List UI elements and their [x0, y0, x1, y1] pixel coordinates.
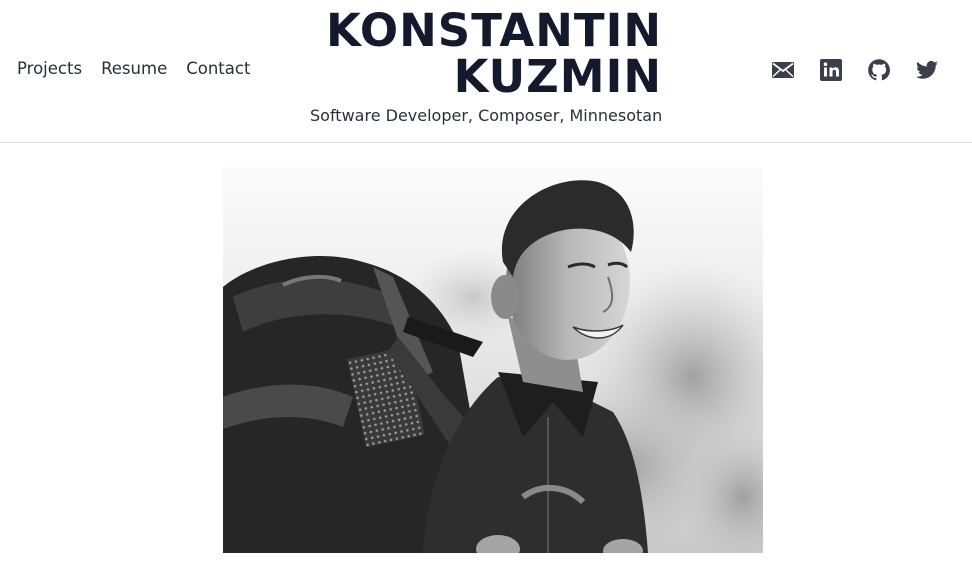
tagline: Software Developer, Composer, Minnesotan — [310, 106, 663, 125]
github-icon — [868, 59, 890, 81]
twitter-icon — [916, 60, 938, 79]
site-title[interactable]: KONSTANTIN KUZMIN — [310, 8, 662, 100]
main-nav: Projects Resume Contact — [17, 59, 250, 78]
email-link[interactable] — [771, 58, 795, 82]
twitter-link[interactable] — [915, 58, 939, 82]
envelope-icon — [772, 62, 794, 78]
nav-link-resume[interactable]: Resume — [101, 59, 167, 78]
social-links — [771, 58, 939, 82]
linkedin-icon — [820, 59, 842, 81]
brand-line-last: KUZMIN — [453, 50, 662, 103]
github-link[interactable] — [867, 58, 891, 82]
linkedin-link[interactable] — [819, 58, 843, 82]
profile-photo — [223, 167, 763, 553]
brand-line-first: KONSTANTIN — [326, 4, 662, 57]
nav-link-projects[interactable]: Projects — [17, 59, 82, 78]
site-header: Projects Resume Contact KONSTANTIN KUZMI… — [0, 0, 972, 143]
nav-link-contact[interactable]: Contact — [186, 59, 250, 78]
